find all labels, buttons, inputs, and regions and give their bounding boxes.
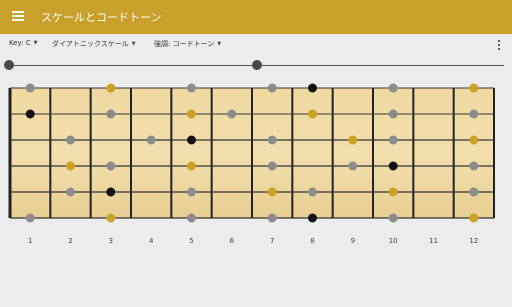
fret-number-label: 10: [388, 237, 398, 245]
fret-wire: [130, 88, 132, 218]
fret-number-label: 1: [27, 237, 33, 245]
note-marker-scale-note[interactable]: [66, 187, 75, 197]
note-marker-chord-tone[interactable]: [66, 161, 75, 171]
note-marker-scale-note[interactable]: [267, 161, 277, 171]
note-marker-scale-note[interactable]: [187, 83, 196, 93]
note-marker-chord-tone[interactable]: [106, 83, 116, 93]
fret-wire: [412, 88, 415, 218]
fret-wire: [210, 88, 213, 218]
nut: [8, 88, 12, 218]
note-marker-scale-note[interactable]: [66, 135, 75, 145]
note-marker-root[interactable]: [388, 161, 398, 171]
note-marker-chord-tone[interactable]: [308, 109, 317, 119]
note-marker-root[interactable]: [187, 135, 196, 145]
note-marker-chord-tone[interactable]: [106, 213, 116, 223]
note-marker-scale-note[interactable]: [469, 161, 479, 171]
note-marker-scale-note[interactable]: [348, 161, 358, 171]
note-marker-scale-note[interactable]: [187, 187, 196, 197]
note-marker-chord-tone[interactable]: [187, 109, 196, 119]
note-marker-chord-tone[interactable]: [267, 187, 277, 197]
note-marker-chord-tone[interactable]: [469, 213, 479, 223]
note-marker-root[interactable]: [308, 83, 317, 93]
note-marker-scale-note[interactable]: [388, 83, 398, 93]
note-marker-scale-note[interactable]: [146, 135, 156, 145]
note-marker-root[interactable]: [308, 213, 317, 223]
fret-wire: [170, 88, 173, 218]
note-marker-chord-tone[interactable]: [469, 83, 479, 93]
note-marker-scale-note[interactable]: [388, 213, 398, 223]
fret-number-label: 5: [189, 237, 194, 245]
fret-number-label: 4: [148, 237, 154, 245]
note-marker-scale-note[interactable]: [267, 135, 277, 145]
note-marker-scale-note[interactable]: [106, 161, 116, 171]
fret-number-label: 9: [350, 237, 356, 245]
fret-number-label: 6: [229, 237, 235, 245]
note-marker-scale-note[interactable]: [388, 135, 398, 145]
note-marker-chord-tone[interactable]: [388, 187, 398, 197]
note-marker-scale-note[interactable]: [267, 213, 277, 223]
note-marker-chord-tone[interactable]: [348, 135, 358, 145]
note-marker-scale-note[interactable]: [469, 109, 479, 119]
fret-wire: [372, 88, 374, 218]
note-marker-root[interactable]: [106, 187, 116, 197]
note-marker-root[interactable]: [25, 109, 35, 119]
fret-wire: [291, 88, 294, 218]
note-marker-chord-tone[interactable]: [469, 135, 479, 145]
fret-number-label: 11: [429, 237, 438, 245]
note-marker-scale-note[interactable]: [187, 213, 196, 223]
note-marker-scale-note[interactable]: [25, 213, 35, 223]
fret-wire: [331, 88, 334, 218]
note-marker-scale-note[interactable]: [469, 187, 479, 197]
fret-wire: [49, 88, 52, 218]
note-marker-scale-note[interactable]: [267, 83, 277, 93]
note-marker-scale-note[interactable]: [227, 109, 237, 119]
fret-number-label: 3: [108, 237, 114, 245]
note-marker-scale-note[interactable]: [25, 83, 35, 93]
fret-wire: [89, 88, 92, 218]
fret-number-label: 8: [310, 237, 315, 245]
fret-wire: [452, 88, 455, 218]
note-marker-scale-note[interactable]: [308, 187, 317, 197]
fret-number-label: 12: [469, 237, 479, 245]
note-marker-chord-tone[interactable]: [187, 161, 196, 171]
fret-wire: [493, 88, 495, 218]
fret-number-label: 2: [68, 237, 73, 245]
note-marker-scale-note[interactable]: [106, 109, 116, 119]
note-marker-scale-note[interactable]: [388, 109, 398, 119]
fret-wire: [251, 88, 253, 218]
fret-number-label: 7: [269, 237, 275, 245]
fretboard: [8, 83, 495, 223]
